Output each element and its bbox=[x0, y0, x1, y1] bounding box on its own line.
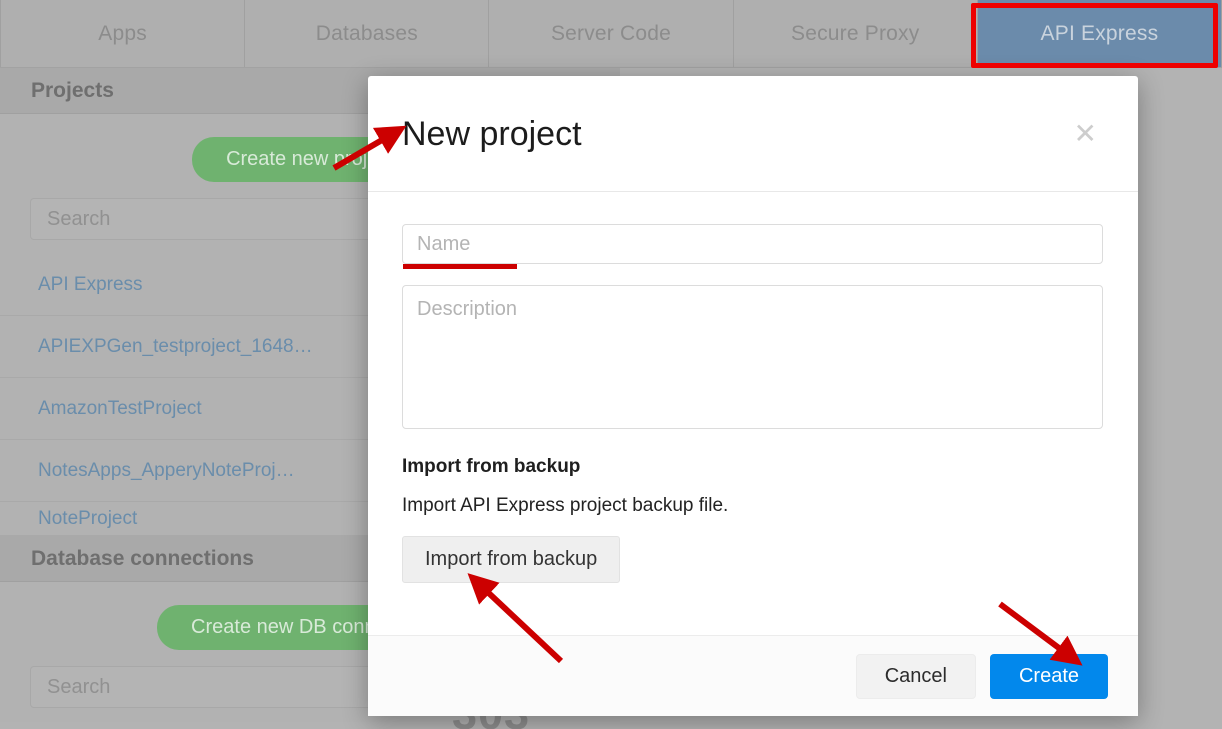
import-from-backup-description: Import API Express project backup file. bbox=[402, 495, 729, 516]
tab-label: Server Code bbox=[550, 21, 672, 45]
tab-label: API Express bbox=[1040, 21, 1159, 45]
project-name: NotesApps_ApperyNoteProj… bbox=[38, 459, 295, 481]
project-name: NoteProject bbox=[38, 507, 138, 529]
page-title: New project bbox=[402, 114, 582, 153]
new-project-dialog: New project ✕ Name Description Import fr… bbox=[368, 76, 1138, 716]
tab-label: Apps bbox=[98, 21, 147, 45]
import-from-backup-heading: Import from backup bbox=[402, 456, 581, 477]
create-button[interactable]: Create bbox=[989, 653, 1108, 699]
annotation-underline-name-field bbox=[403, 264, 517, 269]
db-connections-header-label: Database connections bbox=[31, 546, 254, 570]
projects-header-label: Projects bbox=[31, 78, 114, 102]
db-search-placeholder: Search bbox=[47, 675, 111, 698]
tab-apps[interactable]: Apps bbox=[0, 0, 246, 67]
tab-secure-proxy[interactable]: Secure Proxy bbox=[733, 0, 978, 67]
main-tab-bar: Apps Databases Server Code Secure Proxy … bbox=[0, 0, 1222, 68]
close-icon[interactable]: ✕ bbox=[1066, 116, 1105, 152]
project-name: AmazonTestProject bbox=[38, 397, 202, 419]
description-field-placeholder: Description bbox=[417, 298, 518, 320]
dialog-footer: Cancel Create bbox=[368, 635, 1138, 716]
import-from-backup-button[interactable]: Import from backup bbox=[402, 536, 621, 583]
project-name: APIEXPGen_testproject_1648… bbox=[38, 335, 313, 357]
dialog-header: New project ✕ bbox=[368, 76, 1138, 192]
tab-api-express[interactable]: API Express bbox=[977, 0, 1222, 67]
project-name: API Express bbox=[38, 273, 143, 295]
name-field-placeholder: Name bbox=[417, 232, 471, 255]
name-field[interactable]: Name bbox=[402, 224, 1103, 264]
description-field[interactable]: Description bbox=[402, 285, 1103, 429]
projects-search-placeholder: Search bbox=[47, 207, 111, 230]
tab-label: Secure Proxy bbox=[790, 21, 920, 45]
tab-label: Databases bbox=[315, 21, 418, 45]
tab-databases[interactable]: Databases bbox=[245, 0, 490, 67]
tab-server-code[interactable]: Server Code bbox=[489, 0, 734, 67]
app-root: Apps Databases Server Code Secure Proxy … bbox=[0, 0, 1222, 729]
dialog-body: Name Description Import from backup Impo… bbox=[368, 192, 1138, 635]
cancel-button[interactable]: Cancel bbox=[855, 653, 976, 699]
